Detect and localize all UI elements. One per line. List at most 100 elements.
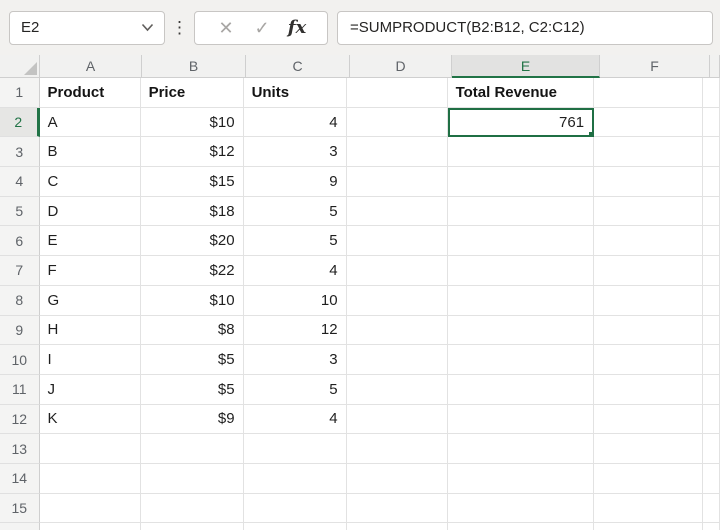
cell-c7[interactable]: 4	[244, 256, 347, 286]
cell-a7[interactable]: F	[40, 256, 141, 286]
cell-f2[interactable]	[594, 108, 703, 138]
cell-d9[interactable]	[347, 316, 448, 346]
cell-d6[interactable]	[347, 226, 448, 256]
cell-a13[interactable]	[40, 434, 141, 464]
cell-f4[interactable]	[594, 167, 703, 197]
cell-b2[interactable]: $10	[141, 108, 244, 138]
cell-f9[interactable]	[594, 316, 703, 346]
cell-c12[interactable]: 4	[244, 405, 347, 435]
cell-g11[interactable]	[703, 375, 720, 405]
cell-b12[interactable]: $9	[141, 405, 244, 435]
cell-g10[interactable]	[703, 345, 720, 375]
row-header-4[interactable]: 4	[0, 167, 40, 197]
cell-c3[interactable]: 3	[244, 137, 347, 167]
cancel-button[interactable]: ✕	[208, 19, 244, 37]
row-header-9[interactable]: 9	[0, 316, 40, 346]
column-header-c[interactable]: C	[246, 55, 350, 78]
cell-d2[interactable]	[347, 108, 448, 138]
formula-bar-input[interactable]: =SUMPRODUCT(B2:B12, C2:C12)	[337, 11, 713, 45]
cell-e8[interactable]	[448, 286, 594, 316]
cell-f7[interactable]	[594, 256, 703, 286]
cell-c2[interactable]: 4	[244, 108, 347, 138]
cell-g14[interactable]	[703, 464, 720, 494]
cell-c11[interactable]: 5	[244, 375, 347, 405]
cell-e4[interactable]	[448, 167, 594, 197]
cell-f8[interactable]	[594, 286, 703, 316]
cell-a5[interactable]: D	[40, 197, 141, 227]
cell-b14[interactable]	[141, 464, 244, 494]
cell-a2[interactable]: A	[40, 108, 141, 138]
row-header-6[interactable]: 6	[0, 226, 40, 256]
row-header-7[interactable]: 7	[0, 256, 40, 286]
cell-c14[interactable]	[244, 464, 347, 494]
cell-g5[interactable]	[703, 197, 720, 227]
cell-d4[interactable]	[347, 167, 448, 197]
cell-b1[interactable]: Price	[141, 78, 244, 108]
cell-f1[interactable]	[594, 78, 703, 108]
cell-e9[interactable]	[448, 316, 594, 346]
row-header-2-selected[interactable]: 2	[0, 108, 40, 138]
cell-b11[interactable]: $5	[141, 375, 244, 405]
cell-e14[interactable]	[448, 464, 594, 494]
cell-e1[interactable]: Total Revenue	[448, 78, 594, 108]
cell-c13[interactable]	[244, 434, 347, 464]
row-header-14[interactable]: 14	[0, 464, 40, 494]
cell-f10[interactable]	[594, 345, 703, 375]
cell-e11[interactable]	[448, 375, 594, 405]
cell-a6[interactable]: E	[40, 226, 141, 256]
cell-d5[interactable]	[347, 197, 448, 227]
cell-e2-selected[interactable]: 761	[448, 108, 595, 138]
row-header-10[interactable]: 10	[0, 345, 40, 375]
cell-a11[interactable]: J	[40, 375, 141, 405]
row-header-11[interactable]: 11	[0, 375, 40, 405]
cell-a8[interactable]: G	[40, 286, 141, 316]
cell-g13[interactable]	[703, 434, 720, 464]
cell-a10[interactable]: I	[40, 345, 141, 375]
cell-c15[interactable]	[244, 494, 347, 524]
cell-g8[interactable]	[703, 286, 720, 316]
row-header-12[interactable]: 12	[0, 405, 40, 435]
row-header-13[interactable]: 13	[0, 434, 40, 464]
cell-c1[interactable]: Units	[244, 78, 347, 108]
cell-g2[interactable]	[703, 108, 720, 138]
cell-b4[interactable]: $15	[141, 167, 244, 197]
chevron-down-icon[interactable]	[141, 23, 154, 32]
cell-b15[interactable]	[141, 494, 244, 524]
cell-f6[interactable]	[594, 226, 703, 256]
column-header-e-selected[interactable]: E	[452, 55, 600, 78]
cell-d8[interactable]	[347, 286, 448, 316]
name-box[interactable]: E2	[9, 11, 165, 45]
row-header-8[interactable]: 8	[0, 286, 40, 316]
cell-e7[interactable]	[448, 256, 594, 286]
cell-e6[interactable]	[448, 226, 594, 256]
cell-b5[interactable]: $18	[141, 197, 244, 227]
cell-d11[interactable]	[347, 375, 448, 405]
cell-c5[interactable]: 5	[244, 197, 347, 227]
cell-a15[interactable]	[40, 494, 141, 524]
cell-b8[interactable]: $10	[141, 286, 244, 316]
cell-f11[interactable]	[594, 375, 703, 405]
cell-d14[interactable]	[347, 464, 448, 494]
column-header-d[interactable]: D	[350, 55, 452, 78]
cell-d7[interactable]	[347, 256, 448, 286]
cell-f15[interactable]	[594, 494, 703, 524]
cell-c6[interactable]: 5	[244, 226, 347, 256]
cell-c4[interactable]: 9	[244, 167, 347, 197]
cell-f5[interactable]	[594, 197, 703, 227]
cell-g1[interactable]	[703, 78, 720, 108]
cell-d3[interactable]	[347, 137, 448, 167]
cell-a1[interactable]: Product	[40, 78, 141, 108]
enter-button[interactable]: ✓	[244, 19, 280, 37]
cell-d15[interactable]	[347, 494, 448, 524]
cell-b7[interactable]: $22	[141, 256, 244, 286]
cell-a12[interactable]: K	[40, 405, 141, 435]
cell-d10[interactable]	[347, 345, 448, 375]
cell-f12[interactable]	[594, 405, 703, 435]
cell-d1[interactable]	[347, 78, 448, 108]
column-header-f[interactable]: F	[600, 55, 710, 78]
column-header-overflow[interactable]	[710, 55, 720, 78]
column-header-a[interactable]: A	[40, 55, 142, 78]
fill-handle[interactable]	[588, 131, 594, 137]
column-header-b[interactable]: B	[142, 55, 246, 78]
cell-f3[interactable]	[594, 137, 703, 167]
